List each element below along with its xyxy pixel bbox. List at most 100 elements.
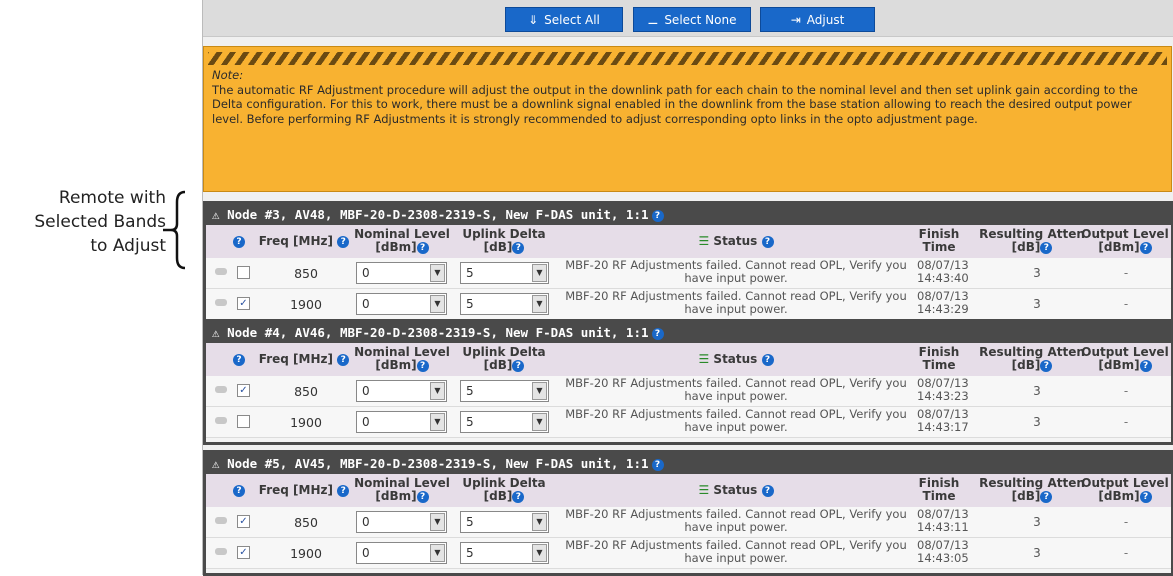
warning-icon: ⚠ [212, 456, 220, 471]
col-status: ☰ Status ? [671, 353, 801, 366]
output-level: - [1123, 384, 1129, 398]
resulting-atten: 3 [1033, 515, 1041, 529]
node-block: ⚠ Node #5, AV45, MBF-20-D-2308-2319-S, N… [203, 450, 1173, 576]
drag-handle-icon[interactable] [215, 299, 227, 306]
column-header-row: ? Freq [MHz] ? Nominal Level [dBm]? Uplin… [206, 474, 1171, 507]
col-atten: Resulting Atten [dB]? [979, 476, 1085, 503]
col-nominal: Nominal Level [dBm]? [354, 476, 450, 503]
drag-handle-icon[interactable] [215, 548, 227, 555]
col-uplink: Uplink Delta [dB]? [462, 345, 546, 372]
band-row: ✓ 850 0 ▼ 5 ▼ MBF-20 RF Adjustments failed… [206, 376, 1171, 407]
uplink-delta-select[interactable]: 5 ▼ [460, 262, 549, 284]
band-checkbox[interactable]: ✓ [237, 515, 250, 528]
adjust-icon: ⇥ [790, 13, 801, 27]
node-title: Node #3, AV48, MBF-20-D-2308-2319-S, New… [227, 207, 649, 222]
col-status: ☰ Status ? [671, 235, 801, 248]
band-row: ✓ 1900 0 ▼ 5 ▼ MBF-20 RF Adjustments faile… [206, 538, 1171, 569]
nominal-level-select[interactable]: 0 ▼ [356, 293, 447, 315]
node-block: ⚠ Node #4, AV46, MBF-20-D-2308-2319-S, N… [203, 319, 1173, 445]
node-title: Node #5, AV45, MBF-20-D-2308-2319-S, New… [227, 456, 649, 471]
node-rows: 850 0 ▼ 5 ▼ MBF-20 RF Adjustments failed. … [206, 258, 1171, 320]
warning-stripe [208, 52, 1167, 65]
band-checkbox[interactable]: ✓ [237, 546, 250, 559]
status-list-icon: ☰ [698, 483, 710, 497]
help-icon[interactable]: ? [232, 235, 246, 248]
nominal-level-select[interactable]: 0 ▼ [356, 411, 447, 433]
help-icon[interactable]: ? [651, 327, 664, 340]
resulting-atten: 3 [1033, 546, 1041, 560]
help-icon[interactable]: ? [651, 458, 664, 471]
callout-label: Remote with Selected Bands to Adjust [0, 186, 166, 258]
node-block: ⚠ Node #3, AV48, MBF-20-D-2308-2319-S, N… [203, 201, 1173, 327]
chevron-down-icon: ▼ [430, 544, 445, 562]
band-row: ✓ 850 0 ▼ 5 ▼ MBF-20 RF Adjustments failed… [206, 507, 1171, 538]
band-checkbox[interactable]: ✓ [237, 297, 250, 310]
uplink-delta-select[interactable]: 5 ▼ [460, 511, 549, 533]
status-list-icon: ☰ [698, 234, 710, 248]
uplink-delta-select[interactable]: 5 ▼ [460, 542, 549, 564]
node-rows: ✓ 850 0 ▼ 5 ▼ MBF-20 RF Adjustments failed… [206, 376, 1171, 438]
col-freq: Freq [MHz] ? [254, 235, 354, 248]
note-title: Note: [212, 68, 244, 82]
chevron-down-icon: ▼ [430, 513, 445, 531]
select-all-button[interactable]: ⇓ Select All [505, 7, 623, 32]
rf-adjustment-panel: ⇓ Select All ⚊ Select None ⇥ Adjust Note: T… [202, 0, 1173, 576]
uplink-delta-select[interactable]: 5 ▼ [460, 293, 549, 315]
status-text: MBF-20 RF Adjustments failed. Cannot rea… [565, 258, 907, 285]
nominal-level-select[interactable]: 0 ▼ [356, 511, 447, 533]
toolbar: ⇓ Select All ⚊ Select None ⇥ Adjust [203, 0, 1173, 37]
drag-handle-icon[interactable] [215, 517, 227, 524]
output-level: - [1123, 297, 1129, 311]
col-finish: Finish Time [918, 476, 960, 503]
nominal-level-select[interactable]: 0 ▼ [356, 380, 447, 402]
resulting-atten: 3 [1033, 384, 1041, 398]
help-icon[interactable]: ? [232, 484, 246, 497]
resulting-atten: 3 [1033, 297, 1041, 311]
help-icon[interactable]: ? [651, 209, 664, 222]
select-all-label: Select All [544, 13, 600, 27]
drag-handle-icon[interactable] [215, 417, 227, 424]
freq-value: 1900 [290, 415, 322, 430]
minus-circle-icon: ⚊ [647, 13, 659, 27]
finish-time: 08/07/13 14:43:29 [917, 289, 969, 316]
node-title: Node #4, AV46, MBF-20-D-2308-2319-S, New… [227, 325, 649, 340]
col-uplink: Uplink Delta [dB]? [462, 227, 546, 254]
chevron-down-icon: ▼ [430, 382, 445, 400]
output-level: - [1123, 415, 1129, 429]
finish-time: 08/07/13 14:43:11 [917, 507, 969, 534]
column-header-row: ? Freq [MHz] ? Nominal Level [dBm]? Uplin… [206, 343, 1171, 376]
nominal-level-select[interactable]: 0 ▼ [356, 262, 447, 284]
status-text: MBF-20 RF Adjustments failed. Cannot rea… [565, 407, 907, 434]
callout-line: Remote with [58, 188, 166, 208]
col-uplink: Uplink Delta [dB]? [462, 476, 546, 503]
band-checkbox[interactable] [237, 415, 250, 428]
col-output: Output Level [dBm]? [1081, 345, 1169, 372]
callout-line: Selected Bands [34, 212, 166, 232]
node-rows: ✓ 850 0 ▼ 5 ▼ MBF-20 RF Adjustments failed… [206, 507, 1171, 569]
col-finish: Finish Time [918, 227, 960, 254]
adjust-button[interactable]: ⇥ Adjust [760, 7, 875, 32]
chevron-down-icon: ▼ [532, 264, 547, 282]
select-none-button[interactable]: ⚊ Select None [633, 7, 751, 32]
warning-icon: ⚠ [212, 207, 220, 222]
band-row: ✓ 1900 0 ▼ 5 ▼ MBF-20 RF Adjustments faile… [206, 289, 1171, 320]
col-output: Output Level [dBm]? [1081, 476, 1169, 503]
finish-time: 08/07/13 14:43:40 [917, 258, 969, 285]
drag-handle-icon[interactable] [215, 268, 227, 275]
band-checkbox[interactable] [237, 266, 250, 279]
chevron-down-icon: ▼ [430, 413, 445, 431]
drag-handle-icon[interactable] [215, 386, 227, 393]
freq-value: 850 [294, 266, 318, 281]
finish-time: 08/07/13 14:43:23 [917, 376, 969, 403]
status-text: MBF-20 RF Adjustments failed. Cannot rea… [565, 289, 907, 316]
freq-value: 1900 [290, 546, 322, 561]
help-icon[interactable]: ? [232, 353, 246, 366]
nominal-level-select[interactable]: 0 ▼ [356, 542, 447, 564]
uplink-delta-select[interactable]: 5 ▼ [460, 411, 549, 433]
band-checkbox[interactable]: ✓ [237, 384, 250, 397]
note-box: Note: The automatic RF Adjustment proced… [203, 46, 1172, 192]
chevron-down-icon: ▼ [532, 544, 547, 562]
uplink-delta-select[interactable]: 5 ▼ [460, 380, 549, 402]
finish-time: 08/07/13 14:43:17 [917, 407, 969, 434]
col-atten: Resulting Atten [dB]? [979, 227, 1085, 254]
